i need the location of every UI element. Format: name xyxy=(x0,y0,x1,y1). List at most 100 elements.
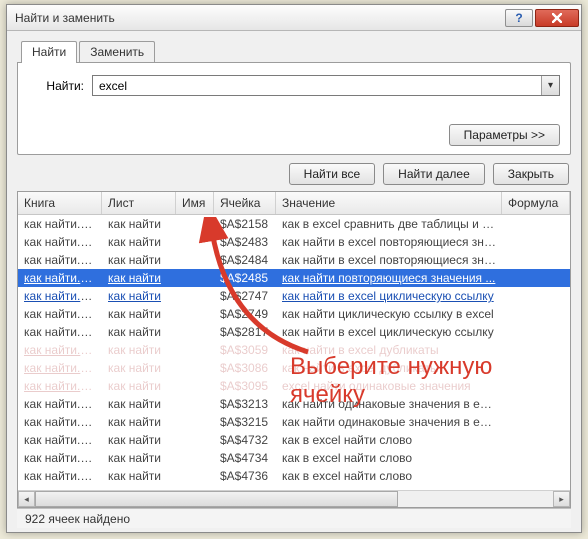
help-button[interactable] xyxy=(505,9,533,27)
cell-cell: $A$3213 xyxy=(214,397,276,411)
cell-value: как найти в excel повторяющиеся зна... xyxy=(276,253,502,267)
table-row[interactable]: как найти.csv как найти $A$2485 как найти п… xyxy=(18,269,570,287)
cell-cell: $A$2483 xyxy=(214,235,276,249)
find-all-button[interactable]: Найти все xyxy=(289,163,376,185)
cell-book: как найти.csv xyxy=(18,379,102,393)
cell-book: как найти.csv xyxy=(18,235,102,249)
window-title: Найти и заменить xyxy=(15,11,503,25)
cell-sheet-link[interactable]: как найти xyxy=(108,343,161,357)
table-row[interactable]: как найти.csvкак найти$A$3086как найти в… xyxy=(18,359,570,377)
chevron-down-icon[interactable] xyxy=(541,76,559,95)
cell-book-link[interactable]: как найти.csv xyxy=(24,271,98,285)
table-row[interactable]: как найти.csvкак найти $A$3215как найти о… xyxy=(18,413,570,431)
cell-sheet-link[interactable]: как найти xyxy=(108,361,161,375)
horizontal-scrollbar[interactable] xyxy=(18,490,570,507)
cell-value: как найти в excel циклическую ссылку xyxy=(276,289,502,303)
col-sheet[interactable]: Лист xyxy=(102,192,176,214)
table-row[interactable]: как найти.csvкак найти$A$2749как найти ц… xyxy=(18,305,570,323)
cell-value-link[interactable]: excel найти одинаковые значения xyxy=(282,379,471,393)
cell-value-link[interactable]: как найти в excel циклическую ссылку xyxy=(282,289,494,303)
cell-value: как найти циклическую ссылку в excel xyxy=(276,307,502,321)
col-name[interactable]: Имя xyxy=(176,192,214,214)
table-row[interactable]: как найти.csvкак найти$A$2817как найти в… xyxy=(18,323,570,341)
cell-value-link[interactable]: как найти в excel дубликаты xyxy=(282,343,439,357)
cell-book: как найти.csv xyxy=(18,307,102,321)
cell-value: как найти одинаковые значения в excel xyxy=(276,415,502,429)
cell-book: как найти.csv xyxy=(18,325,102,339)
close-button[interactable]: Закрыть xyxy=(493,163,569,185)
cell-value-link[interactable]: как найти в excel дубликаты xyxy=(282,361,439,375)
find-combobox[interactable] xyxy=(92,75,560,96)
cell-value: как в excel найти слово xyxy=(276,469,502,483)
cell-book-link[interactable]: как найти.csv xyxy=(24,379,98,393)
grid-body[interactable]: как найти.csvкак найти$A$2158как в excel… xyxy=(18,215,570,490)
cell-cell: $A$2747 xyxy=(214,289,276,303)
client-area: Найти Заменить Найти: Параметры >> Найти… xyxy=(7,31,581,532)
cell-sheet: как найти xyxy=(102,451,176,465)
cell-value: как в excel найти слово xyxy=(276,451,502,465)
cell-book: как найти.csv xyxy=(18,271,102,285)
close-window-button[interactable] xyxy=(535,9,579,27)
table-row[interactable]: как найти.csv как найти $A$2747 как найти в… xyxy=(18,287,570,305)
tab-replace[interactable]: Заменить xyxy=(79,41,155,63)
cell-value: как в excel сравнить две таблицы и н... xyxy=(276,217,502,231)
scroll-right-icon[interactable] xyxy=(553,491,570,507)
cell-sheet-link[interactable]: как найти xyxy=(108,379,161,393)
cell-value: как найти повторяющиеся значения ... xyxy=(276,271,502,285)
cell-value: как найти в excel циклическую ссылку xyxy=(276,325,502,339)
scroll-track[interactable] xyxy=(35,491,553,507)
grid-header[interactable]: Книга Лист Имя Ячейка Значение Формула xyxy=(18,192,570,215)
find-next-button[interactable]: Найти далее xyxy=(383,163,485,185)
find-input[interactable] xyxy=(93,76,541,95)
cell-cell: $A$2749 xyxy=(214,307,276,321)
cell-cell: $A$3215 xyxy=(214,415,276,429)
table-row[interactable]: как найти.csvкак найти$A$4732как в excel… xyxy=(18,431,570,449)
cell-book: как найти.csv xyxy=(18,415,102,429)
dialog-window: Найти и заменить Найти Заменить Найти: П… xyxy=(6,4,582,533)
cell-value: как найти в excel дубликаты xyxy=(276,343,502,357)
table-row[interactable]: как найти.csvкак найти$A$2484как найти в… xyxy=(18,251,570,269)
cell-cell: $A$2158 xyxy=(214,217,276,231)
scroll-thumb[interactable] xyxy=(35,491,398,507)
table-row[interactable]: как найти.csvкак найти$A$4736как в excel… xyxy=(18,467,570,485)
find-row: Найти: xyxy=(28,75,560,96)
cell-sheet: как найти xyxy=(102,325,176,339)
cell-sheet-link[interactable]: как найти xyxy=(108,271,161,285)
table-row[interactable]: как найти.csvкак найти$A$3059как найти в… xyxy=(18,341,570,359)
cell-sheet: как найти xyxy=(102,415,176,429)
cell-sheet: как найти xyxy=(102,253,176,267)
table-row[interactable]: как найти.csvкак найти$A$4734как в excel… xyxy=(18,449,570,467)
options-button[interactable]: Параметры >> xyxy=(449,124,560,146)
cell-book-link[interactable]: как найти.csv xyxy=(24,289,98,303)
cell-sheet: как найти xyxy=(102,433,176,447)
cell-sheet: как найти xyxy=(102,361,176,375)
cell-cell: $A$3095 xyxy=(214,379,276,393)
cell-value: как найти одинаковые значения в excel xyxy=(276,397,502,411)
cell-sheet: как найти xyxy=(102,271,176,285)
col-cell[interactable]: Ячейка xyxy=(214,192,276,214)
cell-book: как найти.csv xyxy=(18,343,102,357)
cell-value: как найти в excel дубликаты xyxy=(276,361,502,375)
table-row[interactable]: как найти.csvкак найти$A$2483как найти в… xyxy=(18,233,570,251)
cell-value: как найти в excel повторяющиеся зна... xyxy=(276,235,502,249)
status-text: 922 ячеек найдено xyxy=(25,512,130,526)
cell-book-link[interactable]: как найти.csv xyxy=(24,361,98,375)
cell-value-link[interactable]: как найти повторяющиеся значения ... xyxy=(282,271,495,285)
tab-strip: Найти Заменить xyxy=(17,41,571,63)
col-value[interactable]: Значение xyxy=(276,192,502,214)
titlebar[interactable]: Найти и заменить xyxy=(7,5,581,31)
cell-sheet-link[interactable]: как найти xyxy=(108,289,161,303)
table-row[interactable]: как найти.csvкак найти$A$3213как найти о… xyxy=(18,395,570,413)
col-book[interactable]: Книга xyxy=(18,192,102,214)
cell-sheet: как найти xyxy=(102,343,176,357)
cell-book: как найти.csv xyxy=(18,433,102,447)
scroll-left-icon[interactable] xyxy=(18,491,35,507)
cell-sheet: как найти xyxy=(102,217,176,231)
table-row[interactable]: как найти.csvкак найти$A$2158как в excel… xyxy=(18,215,570,233)
col-formula[interactable]: Формула xyxy=(502,192,570,214)
table-row[interactable]: как найти.csv как найти $A$3095 excel найти… xyxy=(18,377,570,395)
tab-find[interactable]: Найти xyxy=(21,41,77,63)
status-bar: 922 ячеек найдено xyxy=(17,508,571,528)
cell-cell: $A$2485 xyxy=(214,271,276,285)
cell-book-link[interactable]: как найти.csv xyxy=(24,343,98,357)
